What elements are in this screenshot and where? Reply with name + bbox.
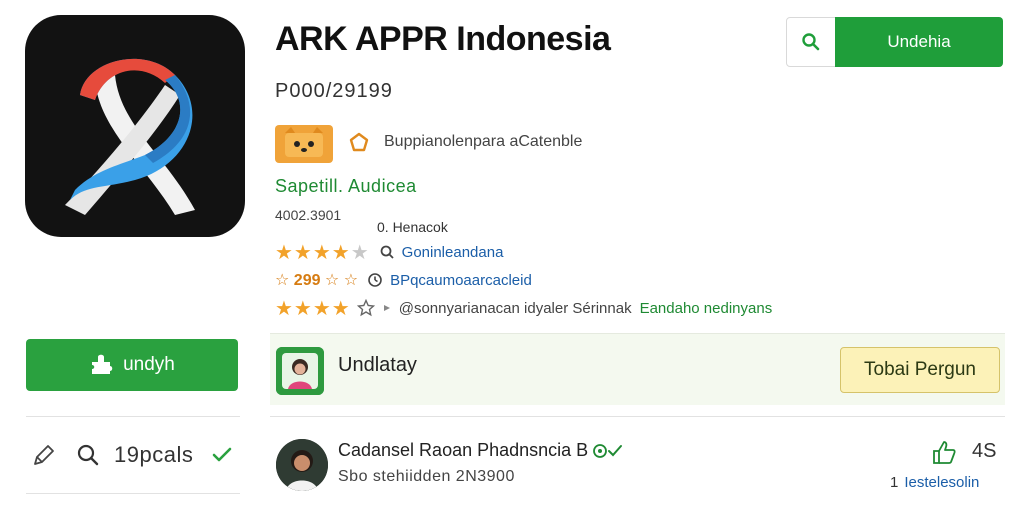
review-author-name: Cadansel Raoan Phadnsncia B <box>338 440 589 460</box>
app-title: ARK APPR Indonesia <box>275 20 611 58</box>
meta-code: 4002.3901 <box>275 207 342 223</box>
promo-title: Undlatay <box>338 354 417 376</box>
verified-icon <box>593 443 623 458</box>
divider <box>26 416 240 417</box>
star-rating: ★★★★★ <box>275 241 370 264</box>
rating-value: ☆ 299 ☆ ☆ <box>275 272 359 289</box>
person-avatar-icon <box>276 347 324 395</box>
clock-icon <box>366 271 384 289</box>
rating-row: ☆ 299 ☆ ☆ BPqcaumoaarcacleid <box>275 268 532 292</box>
rating-row-link[interactable]: BPqcaumoaarcacleid <box>390 272 532 289</box>
meta-label: 0. Henacok <box>377 219 448 235</box>
developer-name[interactable]: Buppianolenpara aCatenble <box>384 133 582 151</box>
divider <box>26 493 240 494</box>
cat-face-icon <box>285 127 323 157</box>
avatar[interactable] <box>276 439 328 491</box>
app-subtitle[interactable]: Sapetill. Audicea <box>275 176 417 197</box>
search-icon <box>378 243 396 261</box>
download-button[interactable]: undyh <box>26 339 238 391</box>
star-outline-icon <box>356 299 375 317</box>
rating-row-link[interactable]: Goninleandana <box>402 244 504 261</box>
review-footer-link: Iestelesolin <box>904 474 980 491</box>
like-count: 4S <box>972 440 997 462</box>
puzzle-icon <box>92 354 113 374</box>
person-avatar-icon <box>276 439 328 491</box>
rating-row-link[interactable]: Eandaho nedinyans <box>640 300 773 317</box>
app-code: P000/29199 <box>275 80 393 102</box>
header-action-button[interactable]: Undehia <box>835 17 1003 67</box>
app-icon <box>25 15 245 237</box>
tools-label: 19pcals <box>114 442 194 467</box>
review-subtitle: Sbo stehiidden 2N3900 <box>338 468 515 485</box>
edit-icon[interactable] <box>30 441 58 469</box>
tools-row: 19pcals <box>30 438 233 472</box>
thumbs-up-icon[interactable] <box>930 438 958 466</box>
search-icon <box>802 33 820 51</box>
promo-banner: Undlatay Tobai Pergun <box>270 333 1005 405</box>
rating-row-text: @sonnyarianacan idyaler Sérinnak <box>398 299 632 317</box>
ribbon-logo-icon <box>65 58 195 215</box>
review-footer[interactable]: 1 Iestelesolin <box>890 474 979 491</box>
caret-right-icon <box>381 299 393 317</box>
download-label: undyh <box>123 354 175 375</box>
review-author: Cadansel Raoan Phadnsncia B <box>338 440 624 461</box>
promo-thumbnail <box>276 347 324 395</box>
review-footer-count: 1 <box>890 474 899 491</box>
divider <box>270 416 1005 417</box>
rating-row: ★★★★ @sonnyarianacan idyaler Sérinnak Ea… <box>275 296 772 320</box>
search-icon[interactable] <box>74 441 102 469</box>
check-icon <box>211 444 233 466</box>
badge-icon <box>349 132 369 152</box>
developer-logo[interactable] <box>275 125 333 163</box>
search-button[interactable] <box>786 17 836 67</box>
rating-row: ★★★★★ Goninleandana <box>275 240 503 264</box>
promo-button[interactable]: Tobai Pergun <box>840 347 1000 393</box>
star-rating: ★★★★ <box>275 297 351 320</box>
